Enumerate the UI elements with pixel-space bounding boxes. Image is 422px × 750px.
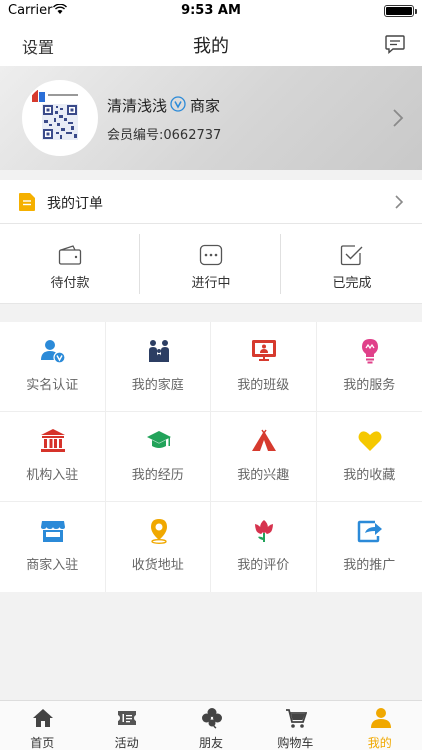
grid-item-my-class[interactable]: 我的班级	[211, 322, 317, 412]
my-orders-row[interactable]: 我的订单	[0, 180, 422, 224]
order-status-row: 待付款 进行中 已完成	[0, 224, 422, 304]
grid-item-my-promotion[interactable]: 我的推广	[317, 502, 422, 592]
user-role: 商家	[190, 97, 221, 115]
user-icon	[370, 708, 391, 728]
grid-item-shipping-address[interactable]: 收货地址	[106, 502, 211, 592]
grid-item-my-interest[interactable]: 我的兴趣	[211, 412, 317, 502]
grid-item-my-favorites[interactable]: 我的收藏	[316, 412, 422, 502]
tab-cart[interactable]: 购物车	[253, 701, 337, 750]
member-number: 会员编号:0662737	[107, 128, 222, 143]
status-pending-payment[interactable]: 待付款	[0, 224, 140, 304]
grid-item-my-experience[interactable]: 我的经历	[105, 412, 211, 502]
my-orders-label: 我的订单	[47, 196, 103, 212]
share-icon	[357, 520, 382, 543]
avatar[interactable]	[22, 80, 98, 156]
grid-item-real-name-verification[interactable]: 实名认证	[0, 322, 106, 412]
clock: 9:53 AM	[181, 3, 241, 18]
grid-item-label: 我的兴趣	[237, 468, 290, 483]
grid-item-my-service[interactable]: 我的服务	[316, 322, 422, 412]
tab-label: 购物车	[277, 736, 314, 750]
grid-item-label: 实名认证	[26, 378, 79, 393]
grid-item-my-reviews[interactable]: 我的评价	[211, 502, 317, 592]
verified-icon	[170, 96, 186, 112]
grid-item-merchant-entry[interactable]: 商家入驻	[0, 502, 106, 592]
location-icon	[150, 519, 167, 544]
status-label: 已完成	[332, 276, 372, 291]
heart-icon	[358, 431, 381, 451]
tab-label: 朋友	[198, 736, 223, 750]
shop-icon	[41, 521, 65, 542]
grid-item-label: 我的班级	[237, 378, 290, 393]
user-name: 清清浅浅	[107, 97, 168, 115]
grid-item-institution-entry[interactable]: 机构入驻	[0, 412, 106, 502]
graduation-icon	[146, 431, 171, 448]
grid-item-label: 我的评价	[237, 558, 290, 573]
verify-user-icon	[41, 340, 66, 364]
tab-home[interactable]: 首页	[0, 701, 84, 750]
page-title: 我的	[193, 36, 229, 57]
message-icon[interactable]	[384, 33, 406, 55]
chevron-right-icon	[395, 195, 404, 209]
tab-bar: 首页 活动 朋友 购物车 我的	[0, 700, 422, 750]
grid-item-label: 我的收藏	[343, 468, 396, 483]
chevron-right-icon	[393, 109, 404, 127]
nav-bar: 设置 我的	[0, 22, 422, 66]
status-bar: Carrier 9:53 AM	[0, 0, 422, 22]
check-icon	[340, 245, 363, 266]
home-icon	[33, 709, 53, 727]
ticket-icon	[118, 711, 137, 725]
tab-label: 首页	[30, 736, 55, 750]
grid-item-label: 我的家庭	[131, 378, 184, 393]
qr-code-avatar	[24, 82, 96, 154]
grid-item-my-family[interactable]: 我的家庭	[105, 322, 211, 412]
tab-activities[interactable]: 活动	[84, 701, 168, 750]
grid-item-label: 商家入驻	[26, 558, 79, 573]
order-document-icon	[19, 193, 35, 211]
status-label: 待付款	[50, 276, 90, 291]
cart-icon	[286, 709, 308, 728]
grid-item-label: 我的推广	[343, 558, 396, 573]
status-label: 进行中	[191, 276, 231, 291]
tab-mine[interactable]: 我的	[338, 701, 422, 750]
grid-item-label: 我的经历	[131, 468, 184, 483]
tab-label: 活动	[114, 736, 139, 750]
bulb-icon	[361, 339, 378, 364]
tent-icon	[252, 429, 276, 451]
class-icon	[252, 340, 276, 361]
tab-friends[interactable]: 朋友	[169, 701, 253, 750]
tab-label: 我的	[367, 736, 392, 750]
institution-icon	[41, 429, 65, 452]
clover-icon	[201, 708, 222, 729]
family-icon	[148, 340, 169, 362]
status-completed[interactable]: 已完成	[282, 224, 422, 304]
dots-icon	[199, 244, 223, 266]
grid-item-label: 机构入驻	[26, 468, 79, 483]
battery-icon	[384, 5, 417, 17]
status-in-progress[interactable]: 进行中	[141, 224, 281, 304]
grid-item-label: 收货地址	[131, 558, 184, 573]
profile-card[interactable]: 清清浅浅 商家 会员编号:0662737	[0, 66, 422, 170]
grid-item-label: 我的服务	[343, 378, 396, 393]
flower-icon	[255, 520, 273, 542]
wallet-icon	[58, 245, 82, 265]
feature-grid: 实名认证 我的家庭 我的班级 我的服务 机构入驻 我的经历 我的兴趣 我的收藏 …	[0, 322, 422, 592]
